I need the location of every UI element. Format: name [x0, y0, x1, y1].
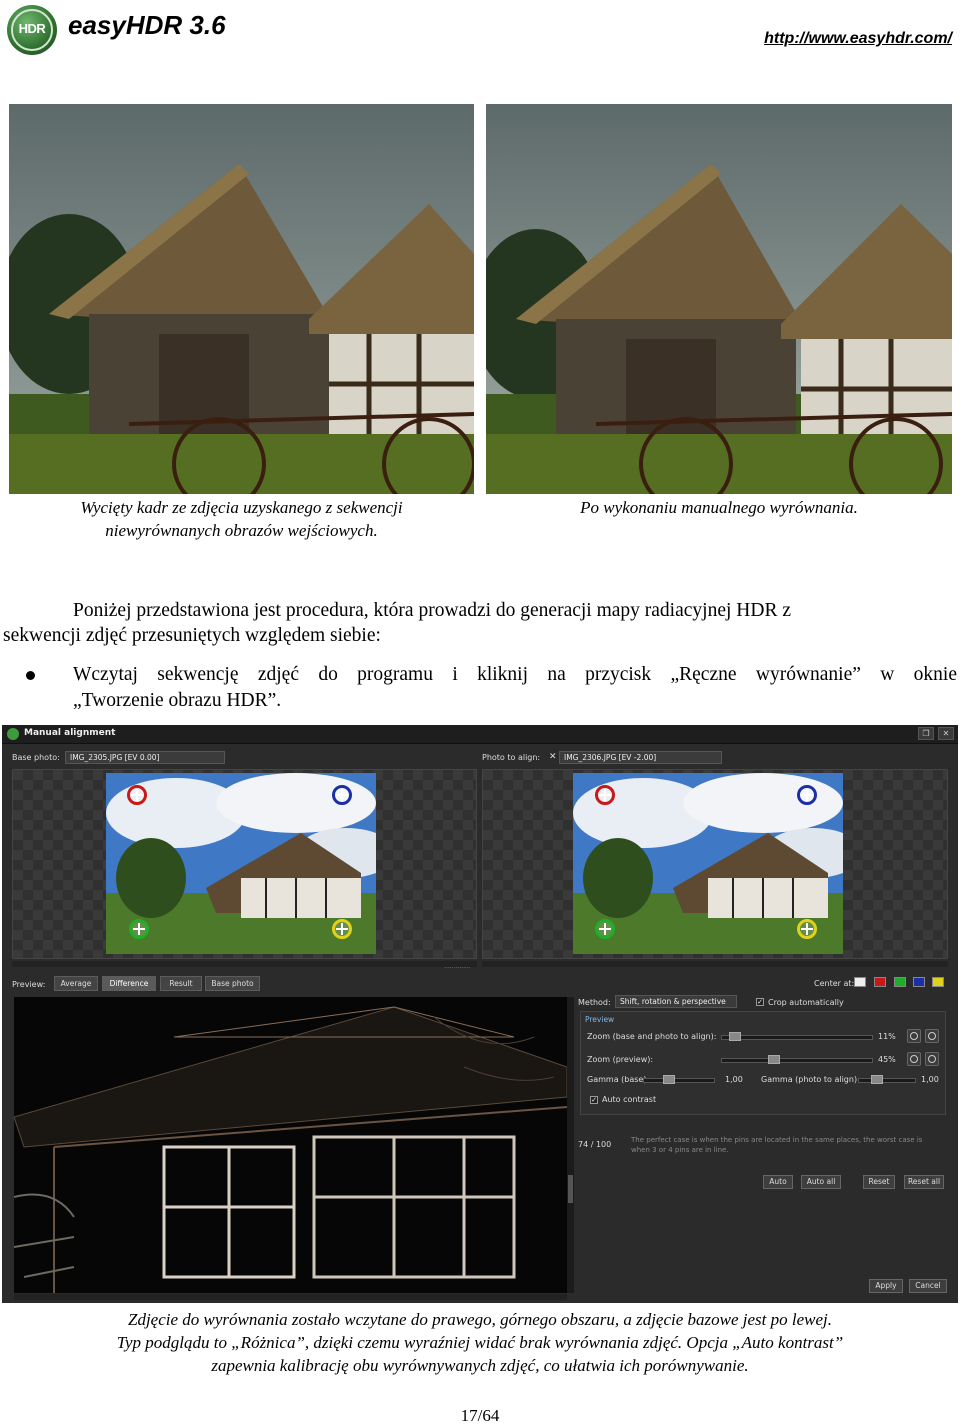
- app-title: easyHDR 3.6: [68, 10, 226, 40]
- gamma-base-value: 1,00: [725, 1075, 743, 1084]
- base-photo-label: Base photo:: [12, 753, 60, 762]
- alignment-hint: The perfect case is when the pins are lo…: [631, 1136, 923, 1154]
- zoom-out-icon[interactable]: [925, 1052, 939, 1066]
- pin-red-icon[interactable]: [595, 785, 615, 805]
- caption-line: zapewnia kalibrację obu wyrównywanych zd…: [211, 1356, 749, 1375]
- gamma-align-value: 1,00: [921, 1075, 939, 1084]
- method-select[interactable]: Shift, rotation & perspective: [615, 995, 737, 1008]
- method-label: Method:: [578, 998, 611, 1007]
- window-title: Manual alignment: [24, 728, 116, 738]
- gamma-align-slider[interactable]: [858, 1075, 916, 1084]
- pin-yellow-icon[interactable]: [332, 919, 352, 939]
- photo-aligned: [486, 104, 952, 494]
- close-icon[interactable]: ✕: [938, 727, 954, 740]
- app-icon: [7, 728, 19, 740]
- tab-average[interactable]: Average: [54, 976, 98, 991]
- zoom-out-icon[interactable]: [925, 1029, 939, 1043]
- reset-all-button[interactable]: Reset all: [904, 1175, 944, 1189]
- base-pane-scrollbar[interactable]: [12, 961, 477, 967]
- base-photo-image: [106, 773, 376, 954]
- tab-difference[interactable]: Difference: [102, 976, 156, 991]
- apply-button[interactable]: Apply: [869, 1279, 903, 1293]
- preview-vertical-scrollbar[interactable]: [567, 997, 574, 1293]
- center-at-blue-button[interactable]: [913, 977, 925, 987]
- auto-button[interactable]: Auto: [763, 1175, 793, 1189]
- bullet-text-line: „Tworzenie obrazu HDR”.: [73, 690, 282, 711]
- slider-knob[interactable]: [871, 1075, 883, 1084]
- center-at-green-button[interactable]: [894, 977, 906, 987]
- website-link[interactable]: http://www.easyhdr.com/: [764, 30, 952, 48]
- center-at-red-button[interactable]: [874, 977, 886, 987]
- photo-to-align-select[interactable]: IMG_2306.JPG [EV -2.00]: [559, 751, 722, 764]
- bullet-icon: [26, 671, 35, 680]
- paragraph-line: Poniżej przedstawiona jest procedura, kt…: [73, 600, 791, 621]
- alignment-score: 74 / 100: [578, 1140, 612, 1149]
- slider-knob[interactable]: [729, 1032, 741, 1041]
- splitter-handle[interactable]: ··············: [444, 965, 471, 972]
- pin-green-icon[interactable]: [129, 919, 149, 939]
- caption-line: Typ podglądu to „Różnica”, dzięki czemu …: [116, 1333, 844, 1352]
- caption-line: Zdjęcie do wyrównania zostało wczytane d…: [127, 1310, 833, 1329]
- caption-line: niewyrównanych obrazów wejściowych.: [105, 521, 378, 540]
- tab-result[interactable]: Result: [160, 976, 202, 991]
- zoom-preview-label: Zoom (preview):: [587, 1055, 654, 1064]
- auto-all-button[interactable]: Auto all: [801, 1175, 841, 1189]
- auto-contrast-label: Auto contrast: [602, 1095, 657, 1104]
- align-photo-image: [573, 773, 843, 954]
- slider-knob[interactable]: [663, 1075, 675, 1084]
- preview-group-title: Preview: [585, 1015, 615, 1024]
- manual-alignment-window: Manual alignment ❐ ✕ Base photo: IMG_230…: [2, 725, 958, 1303]
- photo-unaligned: [9, 104, 474, 494]
- scroll-thumb[interactable]: [568, 1175, 573, 1203]
- bullet-text-line: Wczytaj sekwencję zdjęć do programu i kl…: [73, 664, 957, 685]
- zoom-base-label: Zoom (base and photo to align):: [587, 1032, 717, 1041]
- cancel-button[interactable]: Cancel: [909, 1279, 947, 1293]
- preview-label: Preview:: [12, 980, 46, 989]
- align-photo-pane[interactable]: [482, 769, 948, 959]
- pin-blue-icon[interactable]: [332, 785, 352, 805]
- crop-auto-checkbox[interactable]: ✓: [756, 998, 764, 1006]
- slider-knob[interactable]: [768, 1055, 780, 1064]
- difference-preview[interactable]: [14, 997, 567, 1293]
- photo-to-align-label: Photo to align:: [482, 753, 541, 762]
- zoom-in-icon[interactable]: [907, 1029, 921, 1043]
- align-pane-scrollbar[interactable]: [482, 961, 948, 967]
- preview-settings-group: Preview Zoom (base and photo to align): …: [580, 1011, 946, 1115]
- right-photo-caption: Po wykonaniu manualnego wyrównania.: [580, 498, 858, 517]
- restore-icon[interactable]: ❐: [918, 727, 934, 740]
- tab-base-photo[interactable]: Base photo: [205, 976, 260, 991]
- gamma-base-label: Gamma (base):: [587, 1075, 650, 1084]
- pin-blue-icon[interactable]: [797, 785, 817, 805]
- pin-green-icon[interactable]: [595, 919, 615, 939]
- gamma-align-label: Gamma (photo to align):: [761, 1075, 860, 1084]
- easyhdr-logo: HDR: [7, 5, 57, 55]
- preview-horizontal-scrollbar[interactable]: [14, 1294, 567, 1300]
- zoom-preview-value: 45%: [878, 1055, 896, 1064]
- pin-yellow-icon[interactable]: [797, 919, 817, 939]
- left-photo-caption: Wycięty kadr ze zdjęcia uzyskanego z sek…: [9, 496, 474, 542]
- zoom-base-slider[interactable]: [721, 1032, 873, 1041]
- page-number: 17/64: [460, 1406, 500, 1425]
- caption-line: Wycięty kadr ze zdjęcia uzyskanego z sek…: [80, 498, 403, 517]
- zoom-in-icon[interactable]: [907, 1052, 921, 1066]
- screenshot-caption: Zdjęcie do wyrównania zostało wczytane d…: [0, 1308, 960, 1377]
- zoom-preview-slider[interactable]: [721, 1055, 873, 1064]
- paragraph-line: sekwencji zdjęć przesuniętych względem s…: [3, 625, 381, 646]
- zoom-base-value: 11%: [878, 1032, 896, 1041]
- auto-contrast-checkbox[interactable]: ✓: [590, 1096, 598, 1104]
- pin-red-icon[interactable]: [127, 785, 147, 805]
- reset-button[interactable]: Reset: [863, 1175, 895, 1189]
- center-at-yellow-button[interactable]: [932, 977, 944, 987]
- crop-auto-label: Crop automatically: [768, 998, 844, 1007]
- logo-text: HDR: [18, 21, 46, 36]
- remove-icon[interactable]: ✕: [549, 752, 557, 762]
- base-photo-pane[interactable]: [12, 769, 477, 959]
- gamma-base-slider[interactable]: [643, 1075, 715, 1084]
- center-at-center-button[interactable]: [854, 977, 866, 987]
- center-at-label: Center at:: [814, 979, 855, 988]
- base-photo-select[interactable]: IMG_2305.JPG [EV 0.00]: [65, 751, 225, 764]
- window-titlebar: Manual alignment ❐ ✕: [2, 725, 958, 744]
